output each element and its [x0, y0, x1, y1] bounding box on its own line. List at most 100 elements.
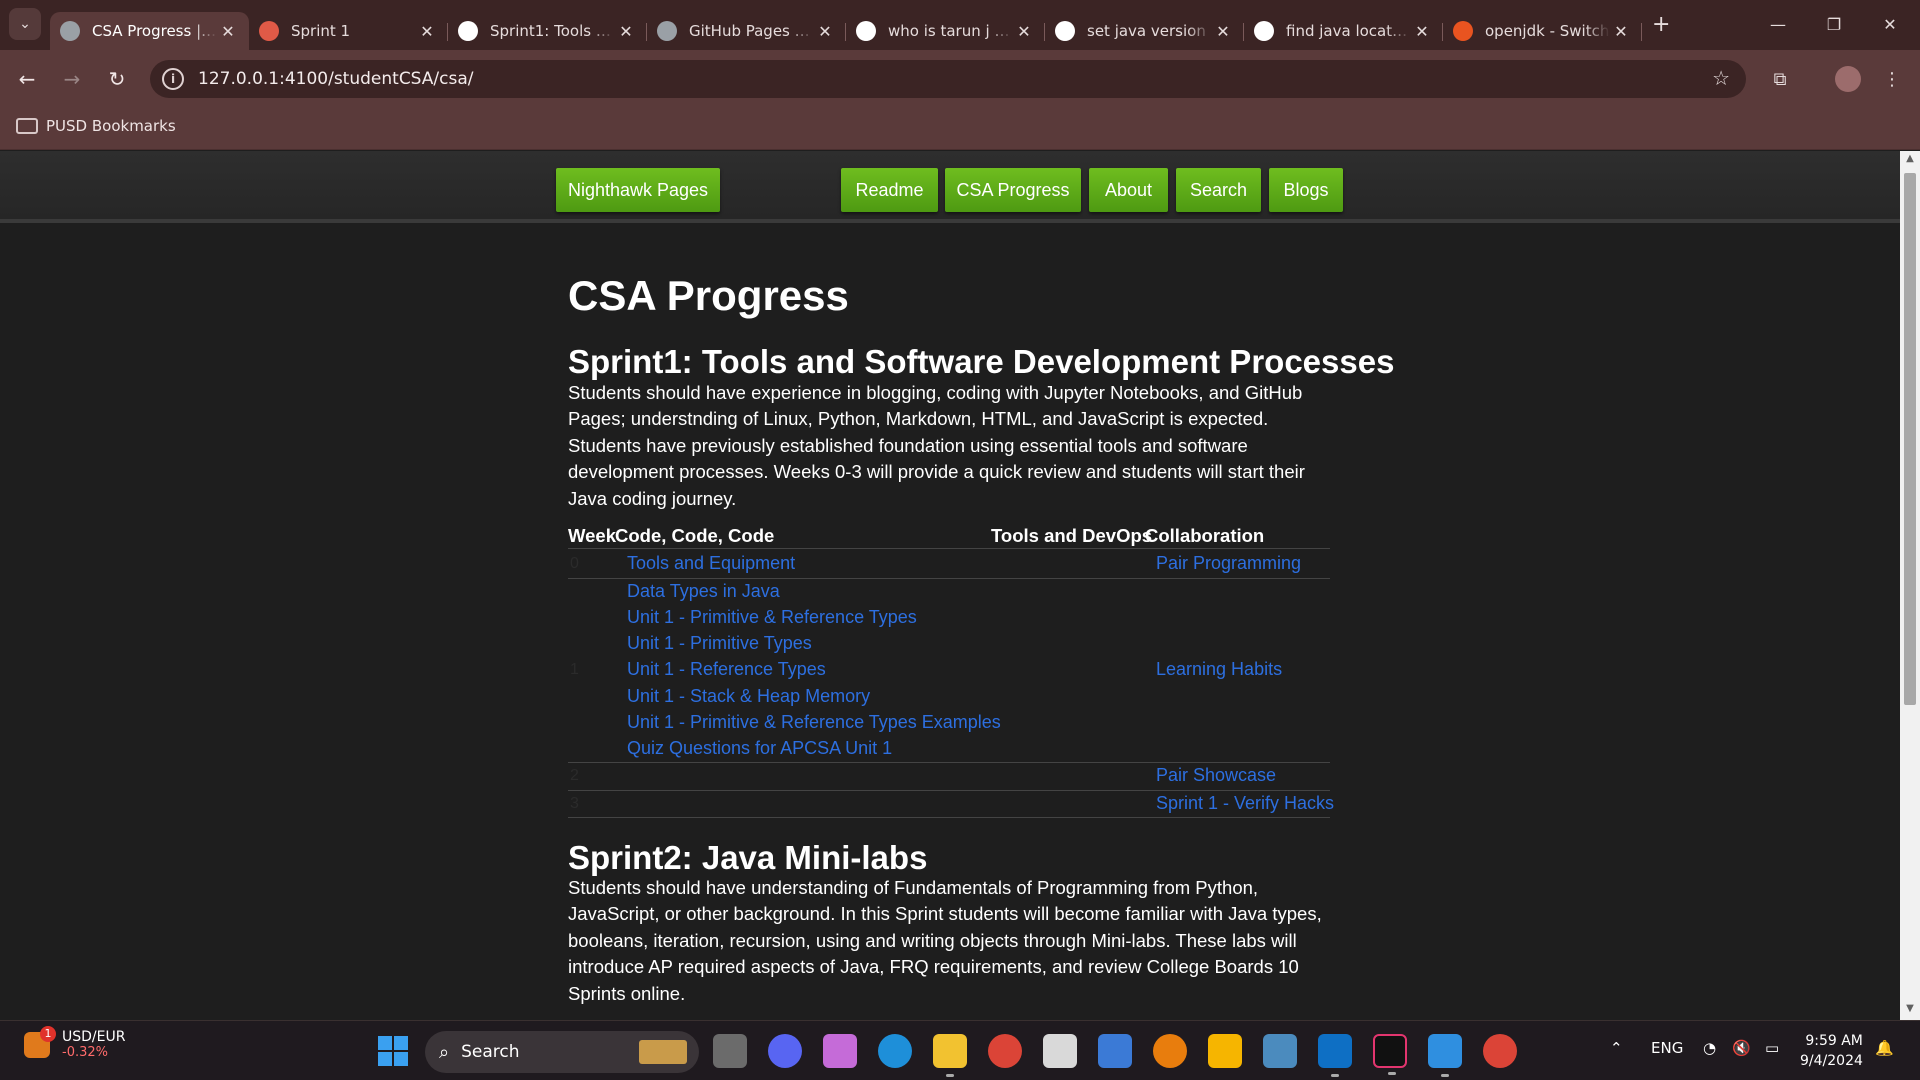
browser-tab[interactable]: CSA Progress | Nighthawk Pages✕: [50, 12, 249, 50]
start-button[interactable]: [378, 1036, 408, 1066]
page-scrollbar[interactable]: ▲ ▼: [1900, 151, 1920, 1020]
clock[interactable]: 9:59 AM 9/4/2024: [1800, 1031, 1863, 1071]
scrollbar-thumb[interactable]: [1904, 173, 1916, 705]
week-number: 2: [570, 767, 579, 784]
language-indicator[interactable]: ENG: [1651, 1039, 1683, 1057]
folder-icon: [16, 118, 38, 134]
vscode-icon[interactable]: [1318, 1034, 1352, 1077]
chrome-active-icon[interactable]: [1483, 1034, 1517, 1068]
nav-link-about[interactable]: About: [1089, 168, 1168, 212]
windows-logo-icon: [378, 1036, 392, 1050]
blender-icon[interactable]: [1153, 1034, 1187, 1068]
chevron-down-icon: ⌄: [19, 16, 31, 32]
close-tab-icon[interactable]: ✕: [217, 22, 239, 41]
notepad-icon[interactable]: [1428, 1034, 1462, 1077]
tab-search-button[interactable]: ⌄: [9, 8, 41, 40]
notification-badge: 1: [40, 1025, 56, 1042]
microsoft-store-icon[interactable]: [1098, 1034, 1132, 1068]
browser-tab[interactable]: Sprint1: Tools and Software✕: [448, 12, 647, 50]
battery-icon[interactable]: ▭: [1765, 1039, 1779, 1057]
link-tools-and-equipment[interactable]: Tools and Equipment: [627, 553, 795, 574]
link-data-types-in-java[interactable]: Data Types in Java: [627, 581, 780, 602]
bookmark-folder[interactable]: PUSD Bookmarks: [16, 117, 176, 135]
clock-time: 9:59 AM: [1805, 1033, 1863, 1049]
browser-tab[interactable]: who is tarun j - Google✕: [846, 12, 1045, 50]
bookmark-star-icon[interactable]: ☆: [1712, 66, 1730, 90]
nav-link-blogs[interactable]: Blogs: [1269, 168, 1343, 212]
windows-taskbar: 1 USD/EUR -0.32% ⌕ Search ⌃ ENG ◔ 🔇 ▭ 9:…: [0, 1020, 1920, 1080]
chrome-icon[interactable]: [988, 1034, 1022, 1068]
nav-link-readme[interactable]: Readme: [841, 168, 938, 212]
link-pair-showcase[interactable]: Pair Showcase: [1156, 765, 1276, 786]
link-unit1-stack-heap-memory[interactable]: Unit 1 - Stack & Heap Memory: [627, 686, 870, 707]
currency-widget[interactable]: 1 USD/EUR -0.32%: [24, 1025, 126, 1060]
calculator-icon[interactable]: [1043, 1034, 1077, 1068]
widget-label: USD/EUR: [62, 1029, 126, 1045]
volume-muted-icon[interactable]: 🔇: [1732, 1039, 1751, 1057]
close-tab-icon[interactable]: ✕: [814, 22, 836, 41]
discord-icon[interactable]: [768, 1034, 802, 1068]
close-window-button[interactable]: ✕: [1867, 8, 1913, 40]
file-explorer-icon[interactable]: [933, 1034, 967, 1077]
close-tab-icon[interactable]: ✕: [1013, 22, 1035, 41]
nav-link-search[interactable]: Search: [1176, 168, 1261, 212]
browser-tab[interactable]: GitHub Pages Hacks✕: [647, 12, 846, 50]
bookmark-folder-label: PUSD Bookmarks: [46, 117, 176, 135]
minimize-button[interactable]: —: [1755, 8, 1801, 40]
tab-title: set java version: [1087, 22, 1206, 40]
link-unit1-types-examples[interactable]: Unit 1 - Primitive & Reference Types Exa…: [627, 712, 1001, 733]
scroll-up-arrow-icon[interactable]: ▲: [1900, 153, 1920, 169]
nav-link-csa-progress[interactable]: CSA Progress: [945, 168, 1081, 212]
close-tab-icon[interactable]: ✕: [1610, 22, 1632, 41]
browser-toolbar: ← → ↻ i 127.0.0.1:4100/studentCSA/csa/ ☆…: [0, 50, 1920, 108]
link-quiz-questions-unit1[interactable]: Quiz Questions for APCSA Unit 1: [627, 738, 892, 759]
task-view-icon[interactable]: [713, 1034, 747, 1068]
link-sprint1-verify-hacks[interactable]: Sprint 1 - Verify Hacks: [1156, 793, 1334, 814]
forward-button[interactable]: →: [56, 63, 88, 95]
extensions-icon[interactable]: ⧉: [1764, 63, 1796, 95]
sprint1-heading: Sprint1: Tools and Software Development …: [568, 343, 1395, 380]
browser-tab[interactable]: find java location ✕: [1244, 12, 1443, 50]
profile-avatar[interactable]: [1835, 66, 1861, 92]
close-tab-icon[interactable]: ✕: [1411, 22, 1433, 41]
link-pair-programming[interactable]: Pair Programming: [1156, 553, 1301, 574]
reload-button[interactable]: ↻: [101, 63, 133, 95]
url-text[interactable]: 127.0.0.1:4100/studentCSA/csa/: [198, 69, 474, 89]
intellij-icon[interactable]: [1373, 1034, 1407, 1075]
taskbar-search[interactable]: ⌕ Search: [425, 1031, 699, 1073]
notifications-bell-icon[interactable]: 🔔: [1875, 1039, 1894, 1057]
new-tab-button[interactable]: +: [1652, 12, 1670, 37]
show-hidden-icons-icon[interactable]: ⌃: [1610, 1039, 1623, 1057]
scroll-down-arrow-icon[interactable]: ▼: [1900, 1003, 1920, 1019]
link-learning-habits[interactable]: Learning Habits: [1156, 659, 1282, 680]
close-tab-icon[interactable]: ✕: [1212, 22, 1234, 41]
restore-button[interactable]: ❐: [1811, 8, 1857, 40]
back-button[interactable]: ←: [11, 63, 43, 95]
copilot-icon[interactable]: [823, 1034, 857, 1068]
link-unit1-primitive-types[interactable]: Unit 1 - Primitive Types: [627, 633, 812, 654]
row-divider: [568, 817, 1330, 818]
sprint1-table-header: Week Code, Code, Code Tools and DevOps C…: [568, 525, 1330, 549]
browser-tab[interactable]: openjdk - Switch ✕: [1443, 12, 1642, 50]
notes-app-icon[interactable]: [1208, 1034, 1242, 1068]
globe-icon: [657, 21, 677, 41]
site-info-icon[interactable]: i: [162, 68, 184, 90]
link-unit1-primitive-reference-types[interactable]: Unit 1 - Primitive & Reference Types: [627, 607, 917, 628]
clock-date: 9/4/2024: [1800, 1053, 1863, 1069]
edge-icon[interactable]: [878, 1034, 912, 1068]
godot-icon[interactable]: [1263, 1034, 1297, 1068]
more-menu-icon[interactable]: ⋮: [1876, 63, 1908, 95]
close-tab-icon[interactable]: ✕: [615, 22, 637, 41]
wifi-icon[interactable]: ◔: [1703, 1039, 1716, 1057]
close-tab-icon[interactable]: ✕: [416, 22, 438, 41]
week-number: 0: [570, 555, 579, 572]
tab-title: Sprint1: Tools and Software: [490, 22, 615, 40]
tab-separator: [1641, 23, 1642, 41]
site-header: Nighthawk Pages Readme CSA Progress Abou…: [0, 151, 1900, 223]
link-unit1-reference-types[interactable]: Unit 1 - Reference Types: [627, 659, 826, 680]
browser-tab[interactable]: set java version ✕: [1045, 12, 1244, 50]
nav-brand-link[interactable]: Nighthawk Pages: [556, 168, 720, 212]
address-bar[interactable]: i 127.0.0.1:4100/studentCSA/csa/ ☆: [150, 60, 1746, 98]
page-title: CSA Progress: [568, 272, 849, 319]
browser-tab[interactable]: Sprint 1 ✕: [249, 12, 448, 50]
